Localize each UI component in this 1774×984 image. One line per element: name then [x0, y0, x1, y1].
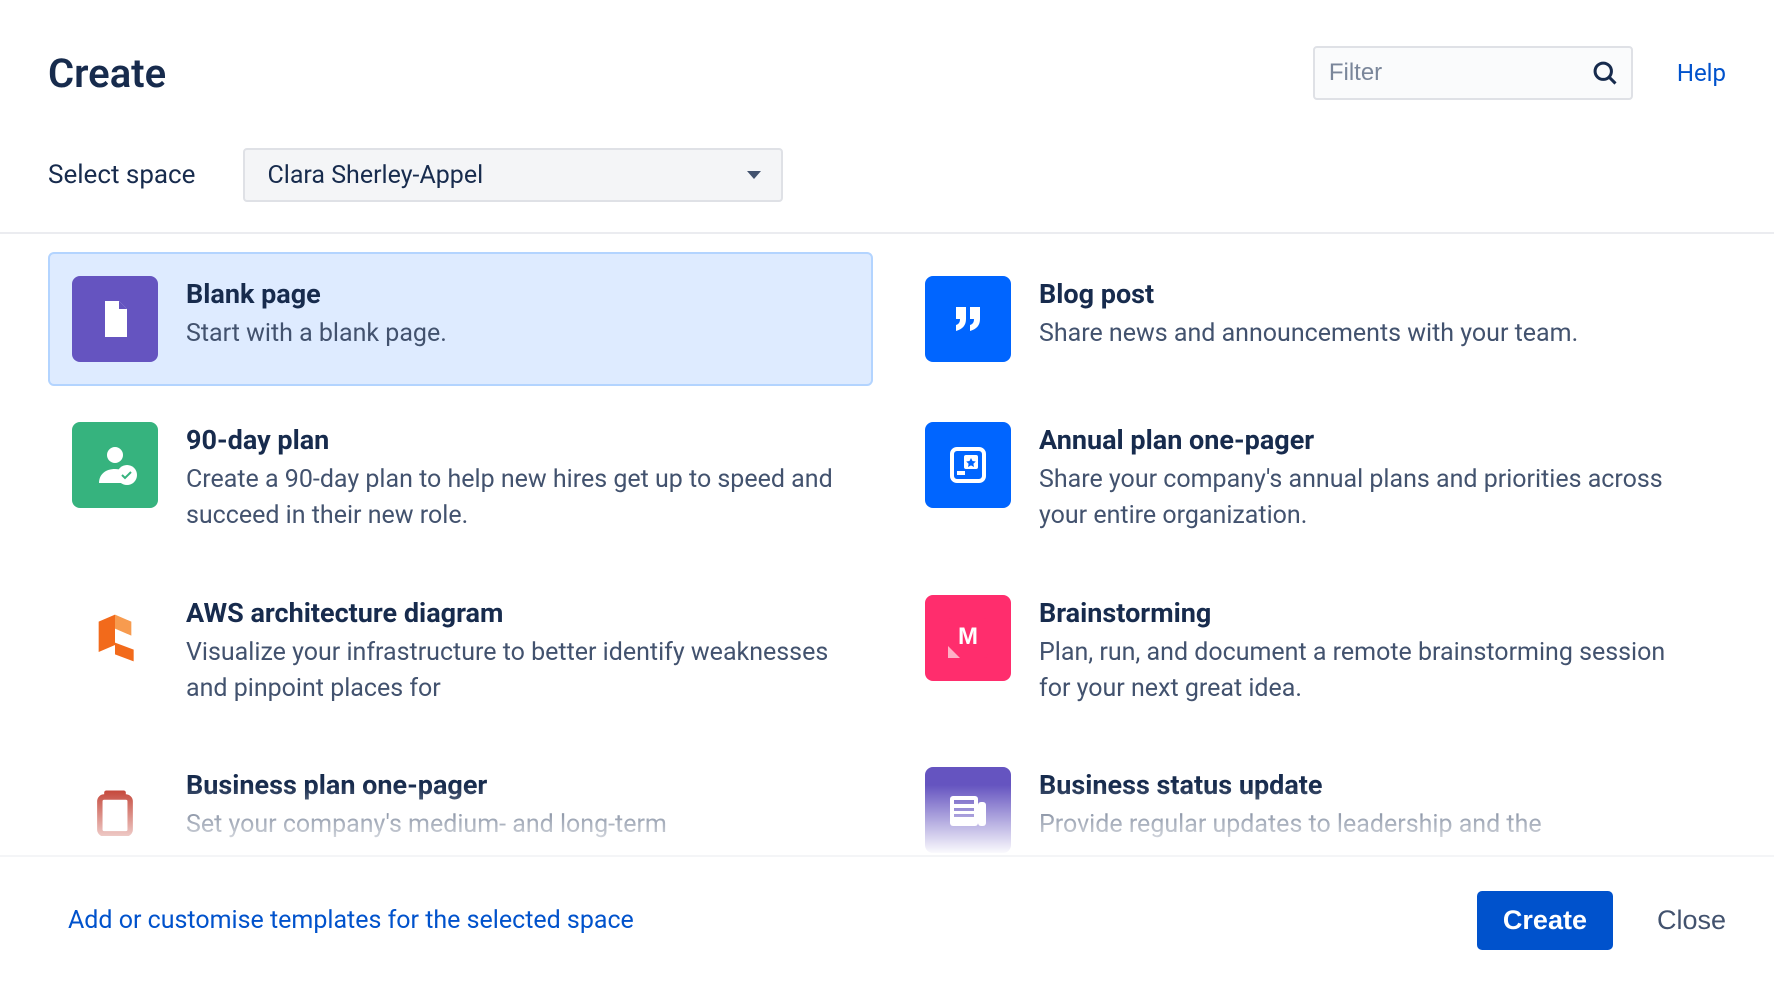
template-text: Annual plan one-pager Share your company'… — [1039, 422, 1702, 535]
space-label: Select space — [48, 160, 195, 190]
customise-templates-link[interactable]: Add or customise templates for the selec… — [68, 906, 634, 935]
dialog-header: Create Help — [0, 0, 1774, 124]
svg-text:M: M — [958, 623, 978, 650]
template-text: AWS architecture diagram Visualize your i… — [186, 595, 849, 708]
template-text: Blog post Share news and announcements wi… — [1039, 276, 1578, 352]
template-description: Share your company's annual plans and pr… — [1039, 462, 1702, 535]
create-button[interactable]: Create — [1477, 891, 1613, 950]
template-title: 90-day plan — [186, 424, 849, 456]
space-selector-row: Select space Clara Sherley-Appel — [0, 124, 1774, 234]
quote-icon — [925, 276, 1011, 362]
template-text: Blank page Start with a blank page. — [186, 276, 447, 352]
template-title: Brainstorming — [1039, 597, 1702, 629]
template-card-blog-post[interactable]: Blog post Share news and announcements wi… — [901, 252, 1726, 386]
template-description: Provide regular updates to leadership an… — [1039, 807, 1542, 843]
template-card-annual-plan-one-pager[interactable]: Annual plan one-pager Share your company'… — [901, 398, 1726, 559]
template-description: Visualize your infrastructure to better … — [186, 635, 849, 708]
template-text: 90-day plan Create a 90-day plan to help … — [186, 422, 849, 535]
header-actions: Help — [1313, 46, 1726, 100]
template-card-business-plan-one-pager[interactable]: Business plan one-pager Set your company'… — [48, 743, 873, 855]
template-card-blank-page[interactable]: Blank page Start with a blank page. — [48, 252, 873, 386]
template-title: Blog post — [1039, 278, 1578, 310]
filter-input[interactable] — [1313, 46, 1633, 100]
template-title: Blank page — [186, 278, 447, 310]
filter-field — [1313, 46, 1633, 100]
dialog-footer: Add or customise templates for the selec… — [0, 855, 1774, 984]
page-icon — [72, 276, 158, 362]
template-description: Plan, run, and document a remote brainst… — [1039, 635, 1702, 708]
mural-icon: M — [925, 595, 1011, 681]
space-select[interactable]: Clara Sherley-Appel — [243, 148, 783, 202]
template-text: Business status update Provide regular up… — [1039, 767, 1542, 843]
close-button[interactable]: Close — [1657, 905, 1726, 936]
template-title: Annual plan one-pager — [1039, 424, 1702, 456]
template-title: Business plan one-pager — [186, 769, 667, 801]
template-text: Business plan one-pager Set your company'… — [186, 767, 667, 843]
template-card-90-day-plan[interactable]: 90-day plan Create a 90-day plan to help … — [48, 398, 873, 559]
template-description: Create a 90-day plan to help new hires g… — [186, 462, 849, 535]
create-dialog: Create Help Select space Clara Sherley-A… — [0, 0, 1774, 984]
clipboard-icon — [72, 767, 158, 853]
help-link[interactable]: Help — [1677, 59, 1726, 87]
news-icon — [925, 767, 1011, 853]
template-description: Start with a blank page. — [186, 316, 447, 352]
dialog-title: Create — [48, 50, 166, 97]
template-card-brainstorming[interactable]: M Brainstorming Plan, run, and document a … — [901, 571, 1726, 732]
template-description: Share news and announcements with your t… — [1039, 316, 1578, 352]
template-text: Brainstorming Plan, run, and document a r… — [1039, 595, 1702, 708]
footer-actions: Create Close — [1477, 891, 1726, 950]
template-title: Business status update — [1039, 769, 1542, 801]
template-description: Set your company's medium- and long-term — [186, 807, 667, 843]
lucidchart-icon — [72, 595, 158, 681]
template-card-aws-architecture-diagram[interactable]: AWS architecture diagram Visualize your i… — [48, 571, 873, 732]
star-doc-icon — [925, 422, 1011, 508]
search-icon — [1591, 59, 1619, 87]
template-title: AWS architecture diagram — [186, 597, 849, 629]
template-card-business-status-update[interactable]: Business status update Provide regular up… — [901, 743, 1726, 855]
person-check-icon — [72, 422, 158, 508]
template-list: Blank page Start with a blank page. Blog p… — [0, 234, 1774, 855]
space-selected-value: Clara Sherley-Appel — [267, 161, 483, 190]
chevron-down-icon — [747, 171, 761, 179]
